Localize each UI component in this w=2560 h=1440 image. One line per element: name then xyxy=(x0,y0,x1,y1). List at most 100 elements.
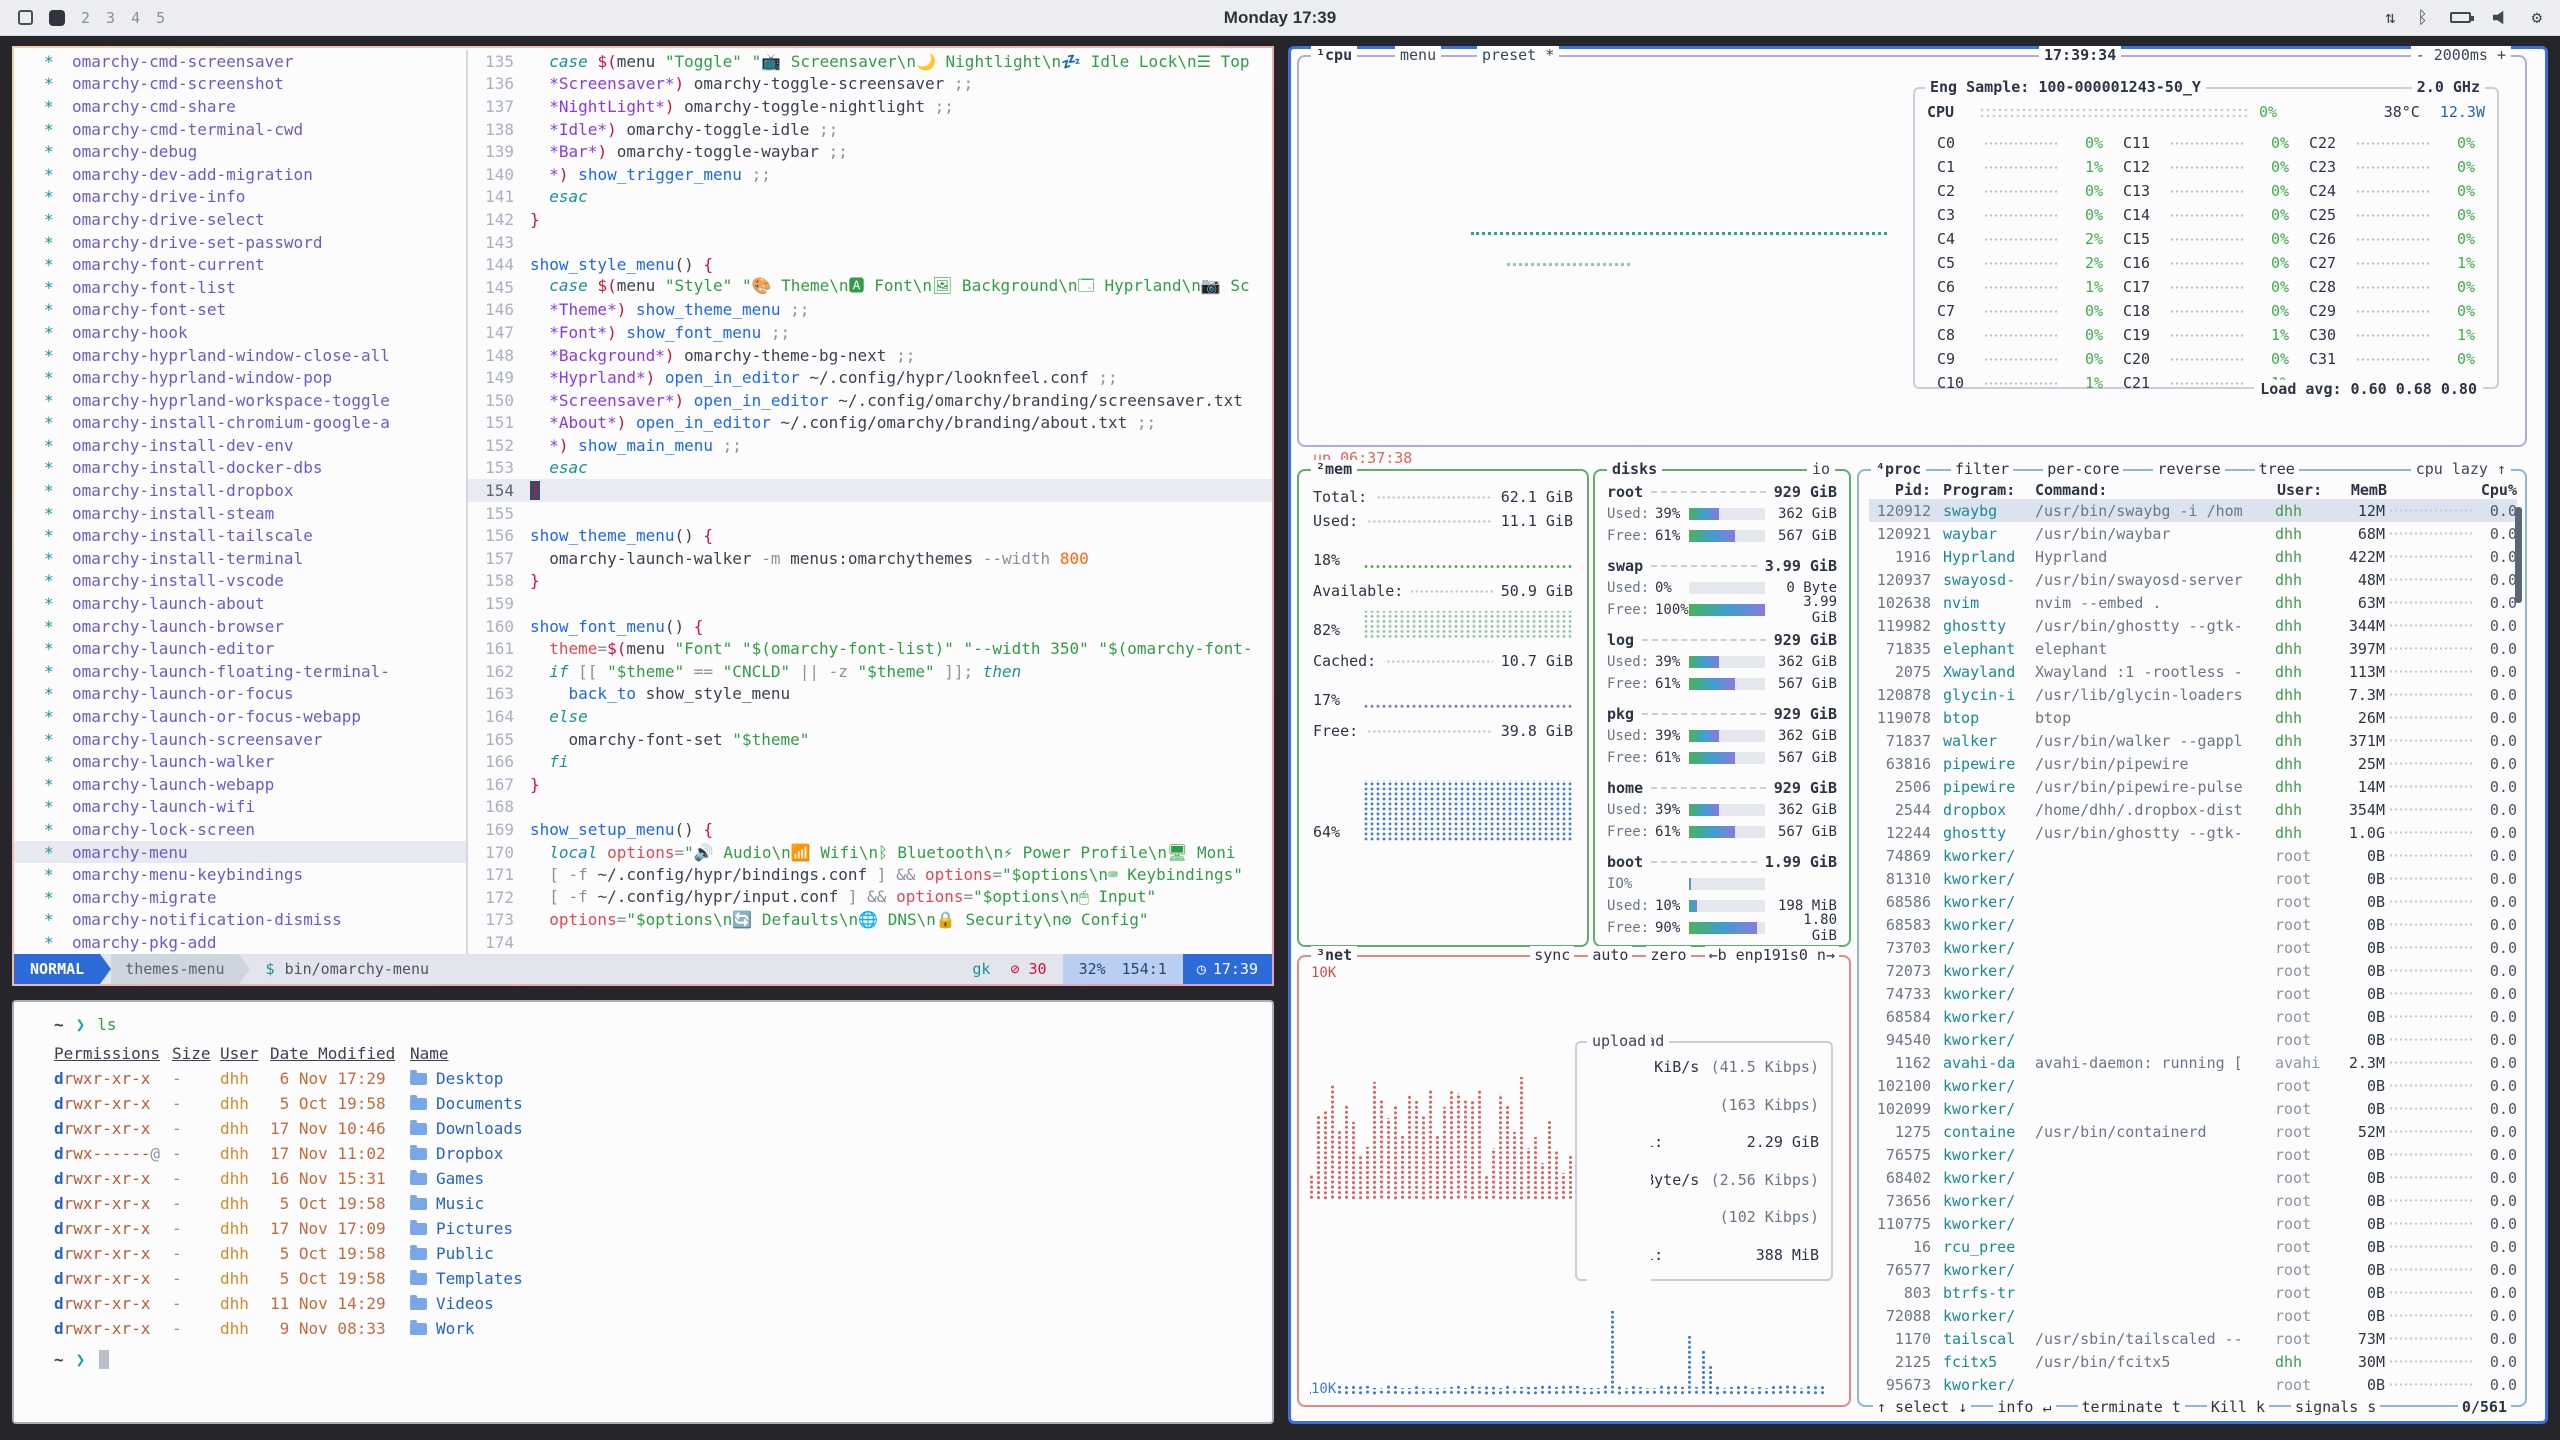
file-list-item[interactable]: *omarchy-notification-dismiss xyxy=(14,909,466,932)
file-list-item[interactable]: *omarchy-drive-select xyxy=(14,208,466,231)
net-option[interactable]: zero xyxy=(1646,946,1690,964)
code-line[interactable]: 173 options="$options\n🔄 Defaults\n🌐 DNS… xyxy=(468,909,1272,932)
file-list-item[interactable]: *omarchy-cmd-screenshot xyxy=(14,73,466,96)
code-line[interactable]: 162 if [[ "$theme" == "CNCLD" || -z "$th… xyxy=(468,660,1272,683)
net-option[interactable]: auto xyxy=(1588,946,1632,964)
file-list-item[interactable]: *omarchy-install-chromium-google-a xyxy=(14,412,466,435)
process-row[interactable]: 81310kworker/root0B0.0 xyxy=(1869,867,2517,890)
code-line[interactable]: 150 *Screensaver*) open_in_editor ~/.con… xyxy=(468,389,1272,412)
code-line[interactable]: 135 case $(menu "Toggle" "📺 Screensaver\… xyxy=(468,50,1272,73)
code-line[interactable]: 136 *Screensaver*) omarchy-toggle-screen… xyxy=(468,73,1272,96)
file-list-item[interactable]: *omarchy-install-steam xyxy=(14,502,466,525)
proc-column-header[interactable]: MemB xyxy=(2335,481,2387,499)
code-line[interactable]: 152 *) show_main_menu ;; xyxy=(468,434,1272,457)
preset-button[interactable]: preset * xyxy=(1477,46,1559,64)
process-row[interactable]: 72073kworker/root0B0.0 xyxy=(1869,959,2517,982)
workspace-outline-icon[interactable] xyxy=(18,10,33,25)
settings-gear-icon[interactable]: ⚙ xyxy=(2532,8,2542,28)
proc-column-header[interactable]: User: xyxy=(2277,481,2335,499)
process-row[interactable]: 72088kworker/root0B0.0 xyxy=(1869,1304,2517,1327)
process-row[interactable]: 120912swaybg/usr/bin/swaybg -i /homdhh12… xyxy=(1869,499,2517,522)
proc-action[interactable]: signals s xyxy=(2291,1398,2380,1416)
file-list-item[interactable]: *omarchy-install-tailscale xyxy=(14,524,466,547)
file-list-item[interactable]: *omarchy-launch-walker xyxy=(14,750,466,773)
process-row[interactable]: 63816pipewire/usr/bin/pipewiredhh25M0.0 xyxy=(1869,752,2517,775)
code-line[interactable]: 138 *Idle*) omarchy-toggle-idle ;; xyxy=(468,118,1272,141)
file-list-item[interactable]: *omarchy-launch-wifi xyxy=(14,796,466,819)
battery-icon[interactable] xyxy=(2450,12,2471,23)
code-line[interactable]: 156show_theme_menu() { xyxy=(468,524,1272,547)
code-line[interactable]: 157 omarchy-launch-walker -m menus:omarc… xyxy=(468,547,1272,570)
file-list-item[interactable]: *omarchy-menu-keybindings xyxy=(14,863,466,886)
code-line[interactable]: 142} xyxy=(468,208,1272,231)
proc-column-header[interactable]: Pid: xyxy=(1869,481,1931,499)
file-list-item[interactable]: *omarchy-drive-set-password xyxy=(14,231,466,254)
file-list-item[interactable]: *omarchy-install-terminal xyxy=(14,547,466,570)
process-row[interactable]: 1275containe/usr/bin/containerdroot52M0.… xyxy=(1869,1120,2517,1143)
file-list-item[interactable]: *omarchy-launch-or-focus-webapp xyxy=(14,705,466,728)
process-row[interactable]: 803btrfs-trroot0B0.0 xyxy=(1869,1281,2517,1304)
file-list-item[interactable]: *omarchy-hyprland-workspace-toggle xyxy=(14,389,466,412)
file-list-item[interactable]: *omarchy-cmd-screensaver xyxy=(14,50,466,73)
code-line[interactable]: 169show_setup_menu() { xyxy=(468,818,1272,841)
disks-panel-label[interactable]: disks xyxy=(1607,460,1662,478)
code-line[interactable]: 159 xyxy=(468,592,1272,615)
file-list-item[interactable]: *omarchy-cmd-share xyxy=(14,95,466,118)
code-line[interactable]: 160show_font_menu() { xyxy=(468,615,1272,638)
file-list-item[interactable]: *omarchy-font-set xyxy=(14,299,466,322)
process-row[interactable]: 76577kworker/root0B0.0 xyxy=(1869,1258,2517,1281)
file-list-item[interactable]: *omarchy-lock-screen xyxy=(14,818,466,841)
process-row[interactable]: 12244ghostty/usr/bin/ghostty --gtk-dhh1.… xyxy=(1869,821,2517,844)
file-list-item[interactable]: *omarchy-launch-about xyxy=(14,592,466,615)
process-row[interactable]: 74733kworker/root0B0.0 xyxy=(1869,982,2517,1005)
code-line[interactable]: 163 back_to show_style_menu xyxy=(468,683,1272,706)
process-row[interactable]: 73703kworker/root0B0.0 xyxy=(1869,936,2517,959)
process-row[interactable]: 119982ghostty/usr/bin/ghostty --gtk-dhh3… xyxy=(1869,614,2517,637)
bluetooth-icon[interactable]: ᛒ xyxy=(2418,8,2428,28)
code-line[interactable]: 168 xyxy=(468,796,1272,819)
process-row[interactable]: 2544dropbox/home/dhh/.dropbox-distdhh354… xyxy=(1869,798,2517,821)
process-scrollbar[interactable] xyxy=(2515,507,2522,603)
process-row[interactable]: 68583kworker/root0B0.0 xyxy=(1869,913,2517,936)
file-list-item[interactable]: *omarchy-drive-info xyxy=(14,186,466,209)
proc-menu-option[interactable]: filter xyxy=(1951,460,2013,478)
code-line[interactable]: 171 [ -f ~/.config/hypr/bindings.conf ] … xyxy=(468,863,1272,886)
file-list-item[interactable]: *omarchy-font-current xyxy=(14,253,466,276)
menu-button[interactable]: menu xyxy=(1395,46,1441,64)
file-list-item[interactable]: *omarchy-hook xyxy=(14,321,466,344)
code-line[interactable]: 148 *Background*) omarchy-theme-bg-next … xyxy=(468,344,1272,367)
code-line[interactable]: 164 else xyxy=(468,705,1272,728)
code-line[interactable]: 151 *About*) open_in_editor ~/.config/om… xyxy=(468,412,1272,435)
file-list-item[interactable]: *omarchy-install-vscode xyxy=(14,570,466,593)
file-list-item[interactable]: *omarchy-hyprland-window-pop xyxy=(14,366,466,389)
code-line[interactable]: 170 local options="🔊 Audio\n📶 Wifi\nᛒ Bl… xyxy=(468,841,1272,864)
code-line[interactable]: 172 [ -f ~/.config/hypr/input.conf ] && … xyxy=(468,886,1272,909)
code-line[interactable]: 166 fi xyxy=(468,750,1272,773)
code-line[interactable]: 154} xyxy=(468,479,1272,502)
volume-icon[interactable] xyxy=(2493,10,2510,25)
refresh-interval-control[interactable]: - 2000ms + xyxy=(2411,46,2511,64)
file-list-item[interactable]: *omarchy-migrate xyxy=(14,886,466,909)
proc-action[interactable]: Kill k xyxy=(2207,1398,2269,1416)
workspace-2[interactable]: 2 xyxy=(81,9,90,27)
process-row[interactable]: 68586kworker/root0B0.0 xyxy=(1869,890,2517,913)
file-list-item[interactable]: *omarchy-pkg-add xyxy=(14,931,466,954)
process-row[interactable]: 2125fcitx5/usr/bin/fcitx5dhh30M0.0 xyxy=(1869,1350,2517,1373)
file-list-item[interactable]: *omarchy-font-list xyxy=(14,276,466,299)
file-list-item[interactable]: *omarchy-install-dev-env xyxy=(14,434,466,457)
disks-panel[interactable]: disks io root929 GiBUsed:39%362 GiBFree:… xyxy=(1593,469,1851,947)
code-line[interactable]: 145 case $(menu "Style" "🎨 Theme\n🅰 Font… xyxy=(468,276,1272,299)
workspace-4[interactable]: 4 xyxy=(131,9,140,27)
network-icon[interactable]: ⇅ xyxy=(2385,8,2395,28)
process-row[interactable]: 120878glycin-i/usr/lib/glycin-loadersdhh… xyxy=(1869,683,2517,706)
code-line[interactable]: 161 theme=$(menu "Font" "$(omarchy-font-… xyxy=(468,637,1272,660)
file-list-item[interactable]: *omarchy-install-dropbox xyxy=(14,479,466,502)
io-mode-button[interactable]: io xyxy=(1807,460,1835,478)
process-row[interactable]: 76575kworker/root0B0.0 xyxy=(1869,1143,2517,1166)
code-line[interactable]: 155 xyxy=(468,502,1272,525)
memory-panel[interactable]: ²mem Total:62.1 GiBUsed:11.1 GiB18%Avail… xyxy=(1297,469,1589,947)
process-row[interactable]: 102100kworker/root0B0.0 xyxy=(1869,1074,2517,1097)
code-line[interactable]: 149 *Hyprland*) open_in_editor ~/.config… xyxy=(468,366,1272,389)
file-list-item[interactable]: *omarchy-dev-add-migration xyxy=(14,163,466,186)
process-row[interactable]: 16rcu_preeroot0B0.0 xyxy=(1869,1235,2517,1258)
